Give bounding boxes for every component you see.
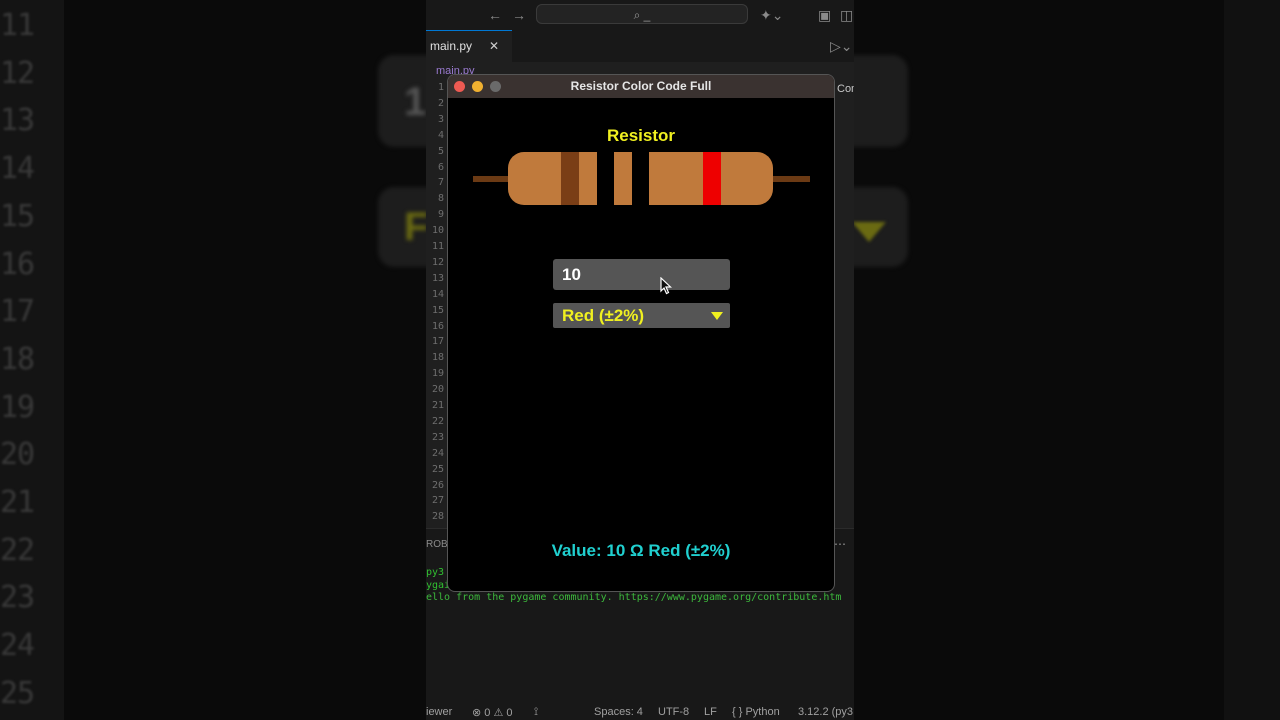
background-line-number: 14: [0, 151, 35, 187]
more-icon[interactable]: ⋯: [834, 537, 846, 551]
editor-line-number: 23: [431, 431, 444, 443]
editor-line-number: 18: [431, 352, 444, 364]
dropdown-arrow-icon: [711, 312, 723, 320]
editor-line-number: 10: [431, 225, 444, 237]
tab-main-py[interactable]: main.py ✕: [426, 30, 512, 62]
editor-line-number: 25: [431, 463, 444, 475]
terminal-line: py3: [426, 567, 445, 578]
broadcast-icon[interactable]: ⟟: [534, 706, 538, 719]
background-line-number: 21: [0, 485, 35, 520]
background-line-number: 22: [0, 532, 35, 568]
background-gutter: 11 12 13 14 15 16 17 18 19 20 21 22 23 24 25: [0, 0, 64, 720]
editor-line-number: 4: [437, 129, 444, 141]
editor-line-number: 17: [431, 336, 444, 348]
band-tolerance-red: [703, 152, 721, 205]
editor-line-number: 9: [437, 209, 444, 221]
statusbar: iewer ⊗ 0 ⚠ 0 ⟟ Spaces: 4 UTF-8 LF { } P…: [426, 706, 854, 720]
background-ghost-text: F: [404, 205, 429, 249]
back-arrow-icon[interactable]: ←: [488, 8, 502, 22]
tab-label: main.py: [430, 39, 473, 53]
tolerance-dropdown[interactable]: Red (±2%): [553, 303, 730, 328]
background-right: [1224, 0, 1280, 720]
background-line-number: 23: [0, 580, 35, 616]
resistor-lead-left: [473, 176, 513, 182]
editor-line-number: 15: [431, 304, 444, 316]
editor-line-number: 16: [431, 320, 444, 332]
background-line-number: 13: [0, 103, 35, 139]
status-problems[interactable]: ⊗ 0 ⚠ 0: [472, 706, 512, 719]
terminal-line: ello from the pygame community. https://…: [426, 592, 842, 603]
tolerance-selected-value: Red (±2%): [562, 306, 645, 325]
pygame-window: Resistor Color Code Full Resistor 10 Red…: [447, 74, 835, 592]
status-viewer[interactable]: iewer: [426, 706, 452, 718]
status-eol[interactable]: LF: [704, 706, 717, 718]
background-line-number: 12: [0, 55, 35, 91]
right-peek-text: Com: [837, 83, 854, 95]
editor-line-number: 28: [431, 511, 444, 523]
panel-tab-problems[interactable]: ROB: [426, 539, 448, 550]
window-title: Resistor Color Code Full: [570, 79, 712, 93]
editor-line-number: 8: [437, 193, 444, 205]
editor-line-number: 26: [431, 479, 444, 491]
resistance-input[interactable]: 10: [553, 259, 730, 290]
background-line-number: 19: [0, 389, 35, 425]
editor-line-number: 13: [431, 272, 444, 284]
window-titlebar: Resistor Color Code Full: [448, 75, 834, 98]
editor-line-number: 3: [437, 113, 444, 125]
resistor-lead-right: [768, 176, 810, 182]
app-canvas: Resistor 10 Red (±2%) Value: 10 Ω Red (±…: [448, 98, 834, 591]
editor-line-number: 21: [431, 400, 444, 411]
copilot-icon[interactable]: ✦⌄: [760, 8, 783, 22]
editor-line-number: 19: [431, 368, 444, 380]
resistor-heading: Resistor: [606, 126, 676, 145]
background-ghost-arrow: [852, 222, 886, 242]
background-line-number: 11: [0, 8, 35, 43]
editor-line-number: 22: [431, 415, 444, 427]
editor-line-number: 11: [431, 241, 444, 252]
status-language[interactable]: { } Python: [732, 706, 780, 718]
mouse-pointer-icon: [660, 277, 672, 295]
background-line-number: 18: [0, 341, 35, 377]
status-spaces[interactable]: Spaces: 4: [594, 706, 643, 718]
background-line-number: 17: [0, 294, 35, 330]
editor-tabbar: main.py ✕ ▷⌄: [426, 30, 854, 62]
resistor-body-segment: [508, 152, 597, 205]
background-line-number: 25: [0, 675, 35, 711]
editor-line-number: 20: [431, 384, 444, 396]
background-line-number: 24: [0, 628, 35, 664]
resistance-input-value: 10: [562, 265, 581, 284]
background-line-number: 20: [0, 437, 35, 473]
band-1-brown: [561, 152, 579, 205]
editor-line-number: 12: [431, 256, 444, 268]
editor-line-number: 24: [431, 447, 444, 459]
status-encoding[interactable]: UTF-8: [658, 706, 689, 718]
forward-arrow-icon[interactable]: →: [512, 8, 526, 22]
editor-line-number: 7: [437, 177, 444, 189]
sidebar-toggle-icon[interactable]: ◫: [840, 8, 853, 22]
editor-line-number: 2: [437, 97, 444, 109]
command-center[interactable]: ⌕ _: [536, 4, 748, 24]
editor-line-number: 14: [431, 288, 444, 300]
resistor-body-segment: [614, 152, 632, 205]
editor-line-number: 1: [437, 82, 444, 93]
editor-line-number: 27: [431, 495, 444, 507]
close-icon[interactable]: ✕: [489, 39, 499, 53]
editor-line-number: 5: [437, 145, 444, 157]
run-icon[interactable]: ▷⌄: [830, 39, 853, 53]
vscode-titlebar: ← → ⌕ _ ✦⌄ ▣ ◫: [426, 0, 854, 30]
result-value: Value: 10 Ω Red (±2%): [551, 541, 731, 560]
layout-icon[interactable]: ▣: [818, 8, 831, 22]
background-ghost-text: 1: [404, 80, 427, 124]
background-line-number: 15: [0, 198, 35, 234]
background-line-number: 16: [0, 246, 35, 282]
status-python-version[interactable]: 3.12.2 (py3: [798, 706, 853, 718]
editor-line-number: 6: [437, 161, 444, 173]
